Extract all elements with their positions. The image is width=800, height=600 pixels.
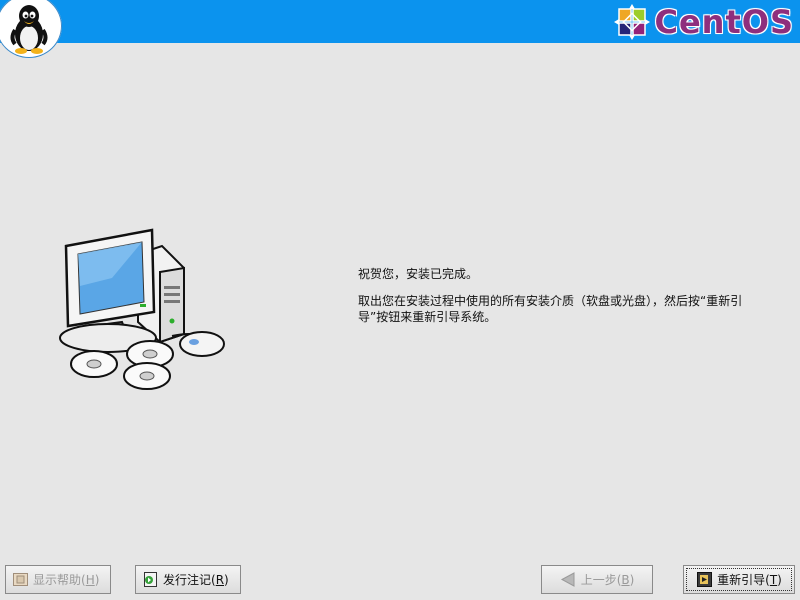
installer-window: CentOS 祝贺您，安装已完成。 取出您在安装过程中使用的所有安装介质（软盘或…	[0, 0, 800, 600]
tux-logo-icon	[0, 0, 62, 58]
show-help-button[interactable]: 显示帮助(H)	[5, 565, 111, 594]
release-notes-label: 发行注记(R)	[163, 573, 229, 587]
release-notes-icon	[142, 571, 159, 588]
congrats-text: 祝贺您，安装已完成。	[358, 267, 479, 281]
back-arrow-icon	[560, 571, 577, 588]
back-button[interactable]: 上一步(B)	[541, 565, 653, 594]
centos-emblem-icon	[614, 4, 651, 40]
reboot-button[interactable]: 重新引导(T)	[683, 565, 795, 594]
centos-logo: CentOS	[614, 3, 794, 41]
reboot-icon	[696, 571, 713, 588]
centos-wordmark: CentOS	[654, 3, 794, 41]
remove-media-instructions: 取出您在安装过程中使用的所有安装介质（软盘或光盘），然后按“重新引导”按钮来重新…	[358, 294, 743, 324]
header-bar: CentOS	[0, 0, 800, 58]
computer-illustration	[52, 226, 230, 394]
release-notes-button[interactable]: 发行注记(R)	[135, 565, 241, 594]
reboot-label: 重新引导(T)	[717, 573, 782, 587]
show-help-label: 显示帮助(H)	[33, 573, 100, 587]
back-label: 上一步(B)	[580, 573, 635, 587]
completion-message: 祝贺您，安装已完成。 取出您在安装过程中使用的所有安装介质（软盘或光盘），然后按…	[358, 266, 768, 325]
help-book-icon	[12, 571, 29, 588]
